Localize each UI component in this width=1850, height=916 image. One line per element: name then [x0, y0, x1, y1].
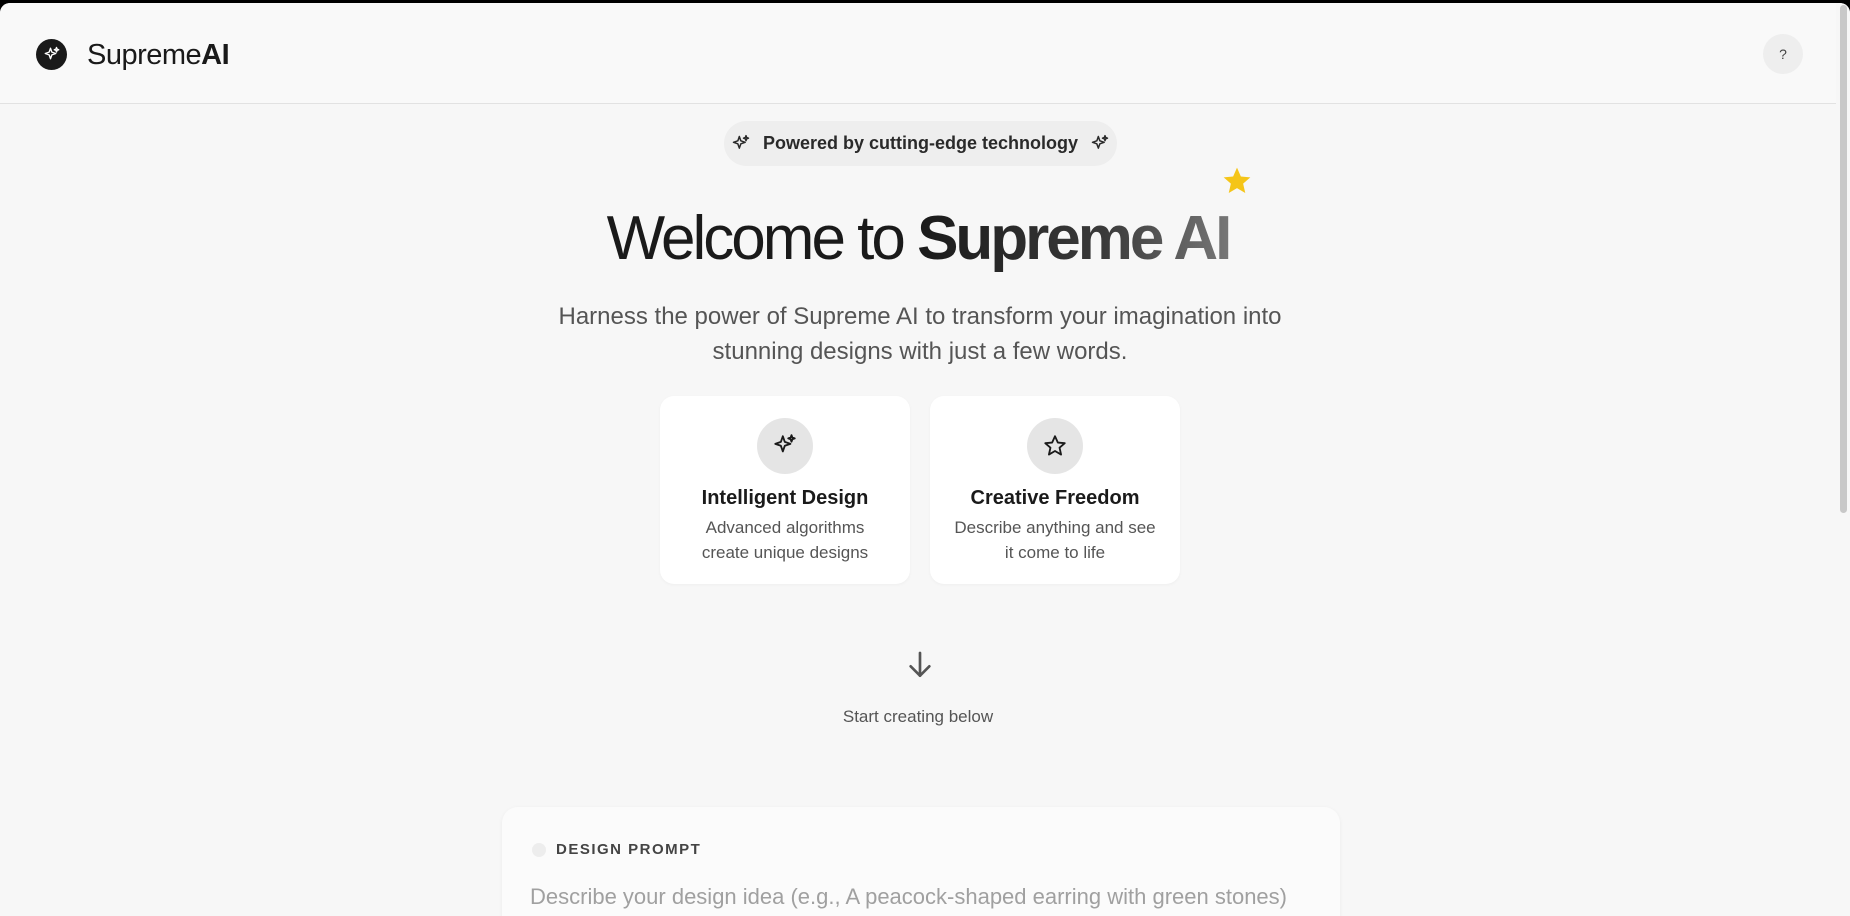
hero-title-bold: Supreme AI: [917, 204, 1232, 273]
design-prompt-card: DESIGN PROMPT: [502, 807, 1340, 916]
feature-card-intelligent-design: Intelligent Design Advanced algorithms c…: [660, 396, 910, 584]
decorative-star-icon: [1223, 167, 1251, 193]
feature-description: Advanced algorithms create unique design…: [701, 518, 869, 562]
brand-suffix: AI: [201, 39, 230, 71]
arrow-down-icon: [909, 651, 931, 677]
badge-text: Powered by cutting-edge technology: [762, 133, 1079, 153]
scrollbar[interactable]: [1836, 3, 1850, 916]
logo-sparkles-icon[interactable]: [36, 39, 67, 70]
sparkles-left-icon: [732, 134, 750, 149]
feature-description: Describe anything and see it come to lif…: [954, 518, 1156, 562]
scrollbar-thumb[interactable]: [1840, 5, 1847, 513]
feature-title: Intelligent Design: [701, 487, 869, 509]
top-header: SupremeAI ?: [0, 3, 1836, 104]
brand-prefix: Supreme: [87, 39, 202, 71]
status-dot: [532, 843, 546, 857]
feature-card-creative-freedom: Creative Freedom Describe anything and s…: [930, 396, 1180, 584]
feature-title: Creative Freedom: [970, 487, 1140, 509]
sparkles-right-icon: [1091, 134, 1109, 149]
help-button[interactable]: ?: [1763, 34, 1803, 74]
design-prompt-input[interactable]: [530, 877, 1320, 916]
tech-badge: Powered by cutting-edge technology: [724, 121, 1117, 166]
brand-name[interactable]: SupremeAI: [87, 39, 230, 72]
hero-subtitle: Harness the power of Supreme AI to trans…: [558, 303, 1282, 365]
prompt-label: DESIGN PROMPT: [556, 841, 702, 858]
sparkles-icon: [757, 418, 813, 474]
hero-title-light: Welcome to: [606, 204, 918, 273]
start-creating-text: Start creating below: [842, 707, 994, 726]
hero-title: Welcome to Supreme AI: [0, 203, 1836, 274]
app-window: SupremeAI ? Powered by cutting-edge tech…: [0, 3, 1850, 916]
star-icon: [1027, 418, 1083, 474]
